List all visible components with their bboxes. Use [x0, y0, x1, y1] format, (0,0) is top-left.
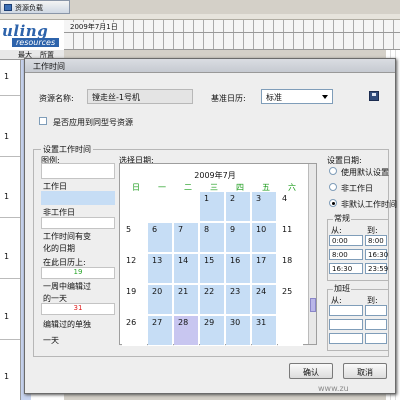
calendar-day[interactable]: 22 — [200, 285, 225, 315]
legend-single-line1: 编辑过的单独 — [43, 320, 91, 329]
regular-to-2[interactable]: 16:30 — [365, 249, 388, 260]
overtime-to-1[interactable] — [365, 305, 387, 316]
overtime-to-2[interactable] — [365, 319, 387, 330]
calendar-day[interactable]: 17 — [252, 254, 277, 284]
calendar-day[interactable]: 4 — [278, 192, 303, 222]
base-calendar-select[interactable]: 标准 — [261, 89, 333, 104]
calendar-day[interactable]: 6 — [148, 223, 173, 253]
regular-label: 常规 — [333, 213, 351, 224]
calendar-day[interactable]: 11 — [278, 223, 303, 253]
radio-default-setting[interactable] — [329, 167, 337, 175]
row-value: 1 — [4, 252, 10, 261]
calendar-day[interactable]: 30 — [226, 316, 251, 346]
calendar-day[interactable]: 31 — [252, 316, 277, 346]
dialog-title: 工作时间 — [25, 59, 395, 73]
legend-marker-19: 19 — [41, 267, 115, 279]
calendar-day[interactable]: 16 — [226, 254, 251, 284]
regular-to-3[interactable]: 23:59 — [365, 263, 388, 274]
calendar-day[interactable]: 18 — [278, 254, 303, 284]
calendar-day[interactable]: 10 — [252, 223, 277, 253]
legend-changed-line1: 工作时间有变 — [43, 232, 91, 241]
calendar-title: 2009年7月 — [194, 171, 236, 180]
calendar-day-empty — [278, 316, 303, 346]
chevron-down-icon — [322, 95, 328, 99]
work-time-dialog: 工作时间 资源名称: 镗走丝-1号机 基准日历: 标准 是否应用到同型号资源 设… — [24, 58, 397, 394]
radio-nonworkday[interactable] — [329, 183, 337, 191]
calendar-day[interactable]: 9 — [226, 223, 251, 253]
legend-nonworkday-swatch — [41, 191, 115, 205]
legend-changed-swatch — [41, 217, 115, 229]
logo-sub-text: resources — [12, 38, 60, 47]
month-calendar: 2009年7月 日 一 二 三 四 五 六 1 2 3 4 5 6 7 8 9 10 11 12 13 1… — [119, 163, 317, 346]
calendar-day[interactable]: 8 — [200, 223, 225, 253]
calendar-day[interactable]: 20 — [148, 285, 173, 315]
radio-default-label: 使用默认设置 — [341, 168, 389, 177]
calendar-day[interactable]: 23 — [226, 285, 251, 315]
resource-load-icon — [4, 4, 12, 11]
regular-from-3[interactable]: 16:30 — [329, 263, 363, 274]
overtime-from-3[interactable] — [329, 333, 363, 344]
calendar-day[interactable]: 15 — [200, 254, 225, 284]
radio-custom-label: 非默认工作时间 — [341, 200, 397, 209]
apply-same-type-checkbox[interactable] — [39, 117, 47, 125]
timeline-date: 2009年7月1日 — [68, 22, 120, 32]
calendar-day-empty — [148, 192, 173, 222]
calendar-day[interactable]: 28 — [174, 316, 199, 346]
row-value: 1 — [4, 192, 10, 201]
calendar-day[interactable]: 1 — [200, 192, 225, 222]
base-calendar-label: 基准日历: — [211, 94, 246, 103]
calendar-day[interactable]: 13 — [148, 254, 173, 284]
row-value: 1 — [4, 372, 10, 381]
calendar-day[interactable]: 5 — [122, 223, 147, 253]
timeline-header: 2009年7月1日 — [64, 20, 400, 50]
calendar-day[interactable]: 2 — [226, 192, 251, 222]
legend-single-line2: 一天 — [43, 336, 59, 345]
overtime-from-1[interactable] — [329, 305, 363, 316]
tab-label: 资源负载 — [15, 4, 43, 12]
regular-to-1[interactable]: 8:00 — [365, 235, 387, 246]
calendar-day[interactable]: 14 — [174, 254, 199, 284]
calendar-scrollbar[interactable] — [308, 164, 316, 344]
row-value: 1 — [4, 312, 10, 321]
resource-name-label: 资源名称: — [39, 94, 74, 103]
calendar-day[interactable]: 27 — [148, 316, 173, 346]
overtime-to-3[interactable] — [365, 333, 387, 344]
legend-workday-swatch — [41, 163, 115, 179]
ok-button[interactable]: 确认 — [289, 363, 333, 379]
save-icon[interactable] — [369, 91, 379, 101]
row-value: 1 — [4, 132, 10, 141]
legend-weekly-line1: 一周中编辑过 — [43, 282, 91, 291]
regular-from-1[interactable]: 0:00 — [329, 235, 363, 246]
row-value: 1 — [4, 72, 10, 81]
set-work-time-title: 设置工作时间 — [41, 144, 93, 155]
watermark: www.zu — [318, 384, 349, 393]
calendar-day[interactable]: 7 — [174, 223, 199, 253]
calendar-day-empty — [174, 192, 199, 222]
calendar-day[interactable]: 25 — [278, 285, 303, 315]
legend-changed-line2: 化的日期 — [43, 244, 75, 253]
overtime-from-2[interactable] — [329, 319, 363, 330]
calendar-day-empty — [122, 192, 147, 222]
calendar-day[interactable]: 24 — [252, 285, 277, 315]
calendar-day[interactable]: 19 — [122, 285, 147, 315]
calendar-day[interactable]: 3 — [252, 192, 277, 222]
calendar-day[interactable]: 12 — [122, 254, 147, 284]
radio-custom-worktime[interactable] — [329, 199, 337, 207]
set-date-label: 设置日期: — [327, 156, 362, 165]
radio-nonworkday-label: 非工作日 — [341, 184, 373, 193]
app-logo: uling resources — [0, 20, 64, 50]
legend-marker-31: 31 — [41, 303, 115, 315]
scrollbar-thumb[interactable] — [310, 298, 316, 312]
cancel-button[interactable]: 取消 — [343, 363, 387, 379]
calendar-day[interactable]: 29 — [200, 316, 225, 346]
resource-name-field: 镗走丝-1号机 — [87, 89, 193, 104]
calendar-day[interactable]: 26 — [122, 316, 147, 346]
regular-from-2[interactable]: 8:00 — [329, 249, 363, 260]
tab-resource-load[interactable]: 资源负载 — [0, 0, 70, 14]
apply-same-type-label: 是否应用到同型号资源 — [53, 118, 133, 127]
calendar-day[interactable]: 21 — [174, 285, 199, 315]
overtime-label: 加班 — [333, 283, 351, 294]
